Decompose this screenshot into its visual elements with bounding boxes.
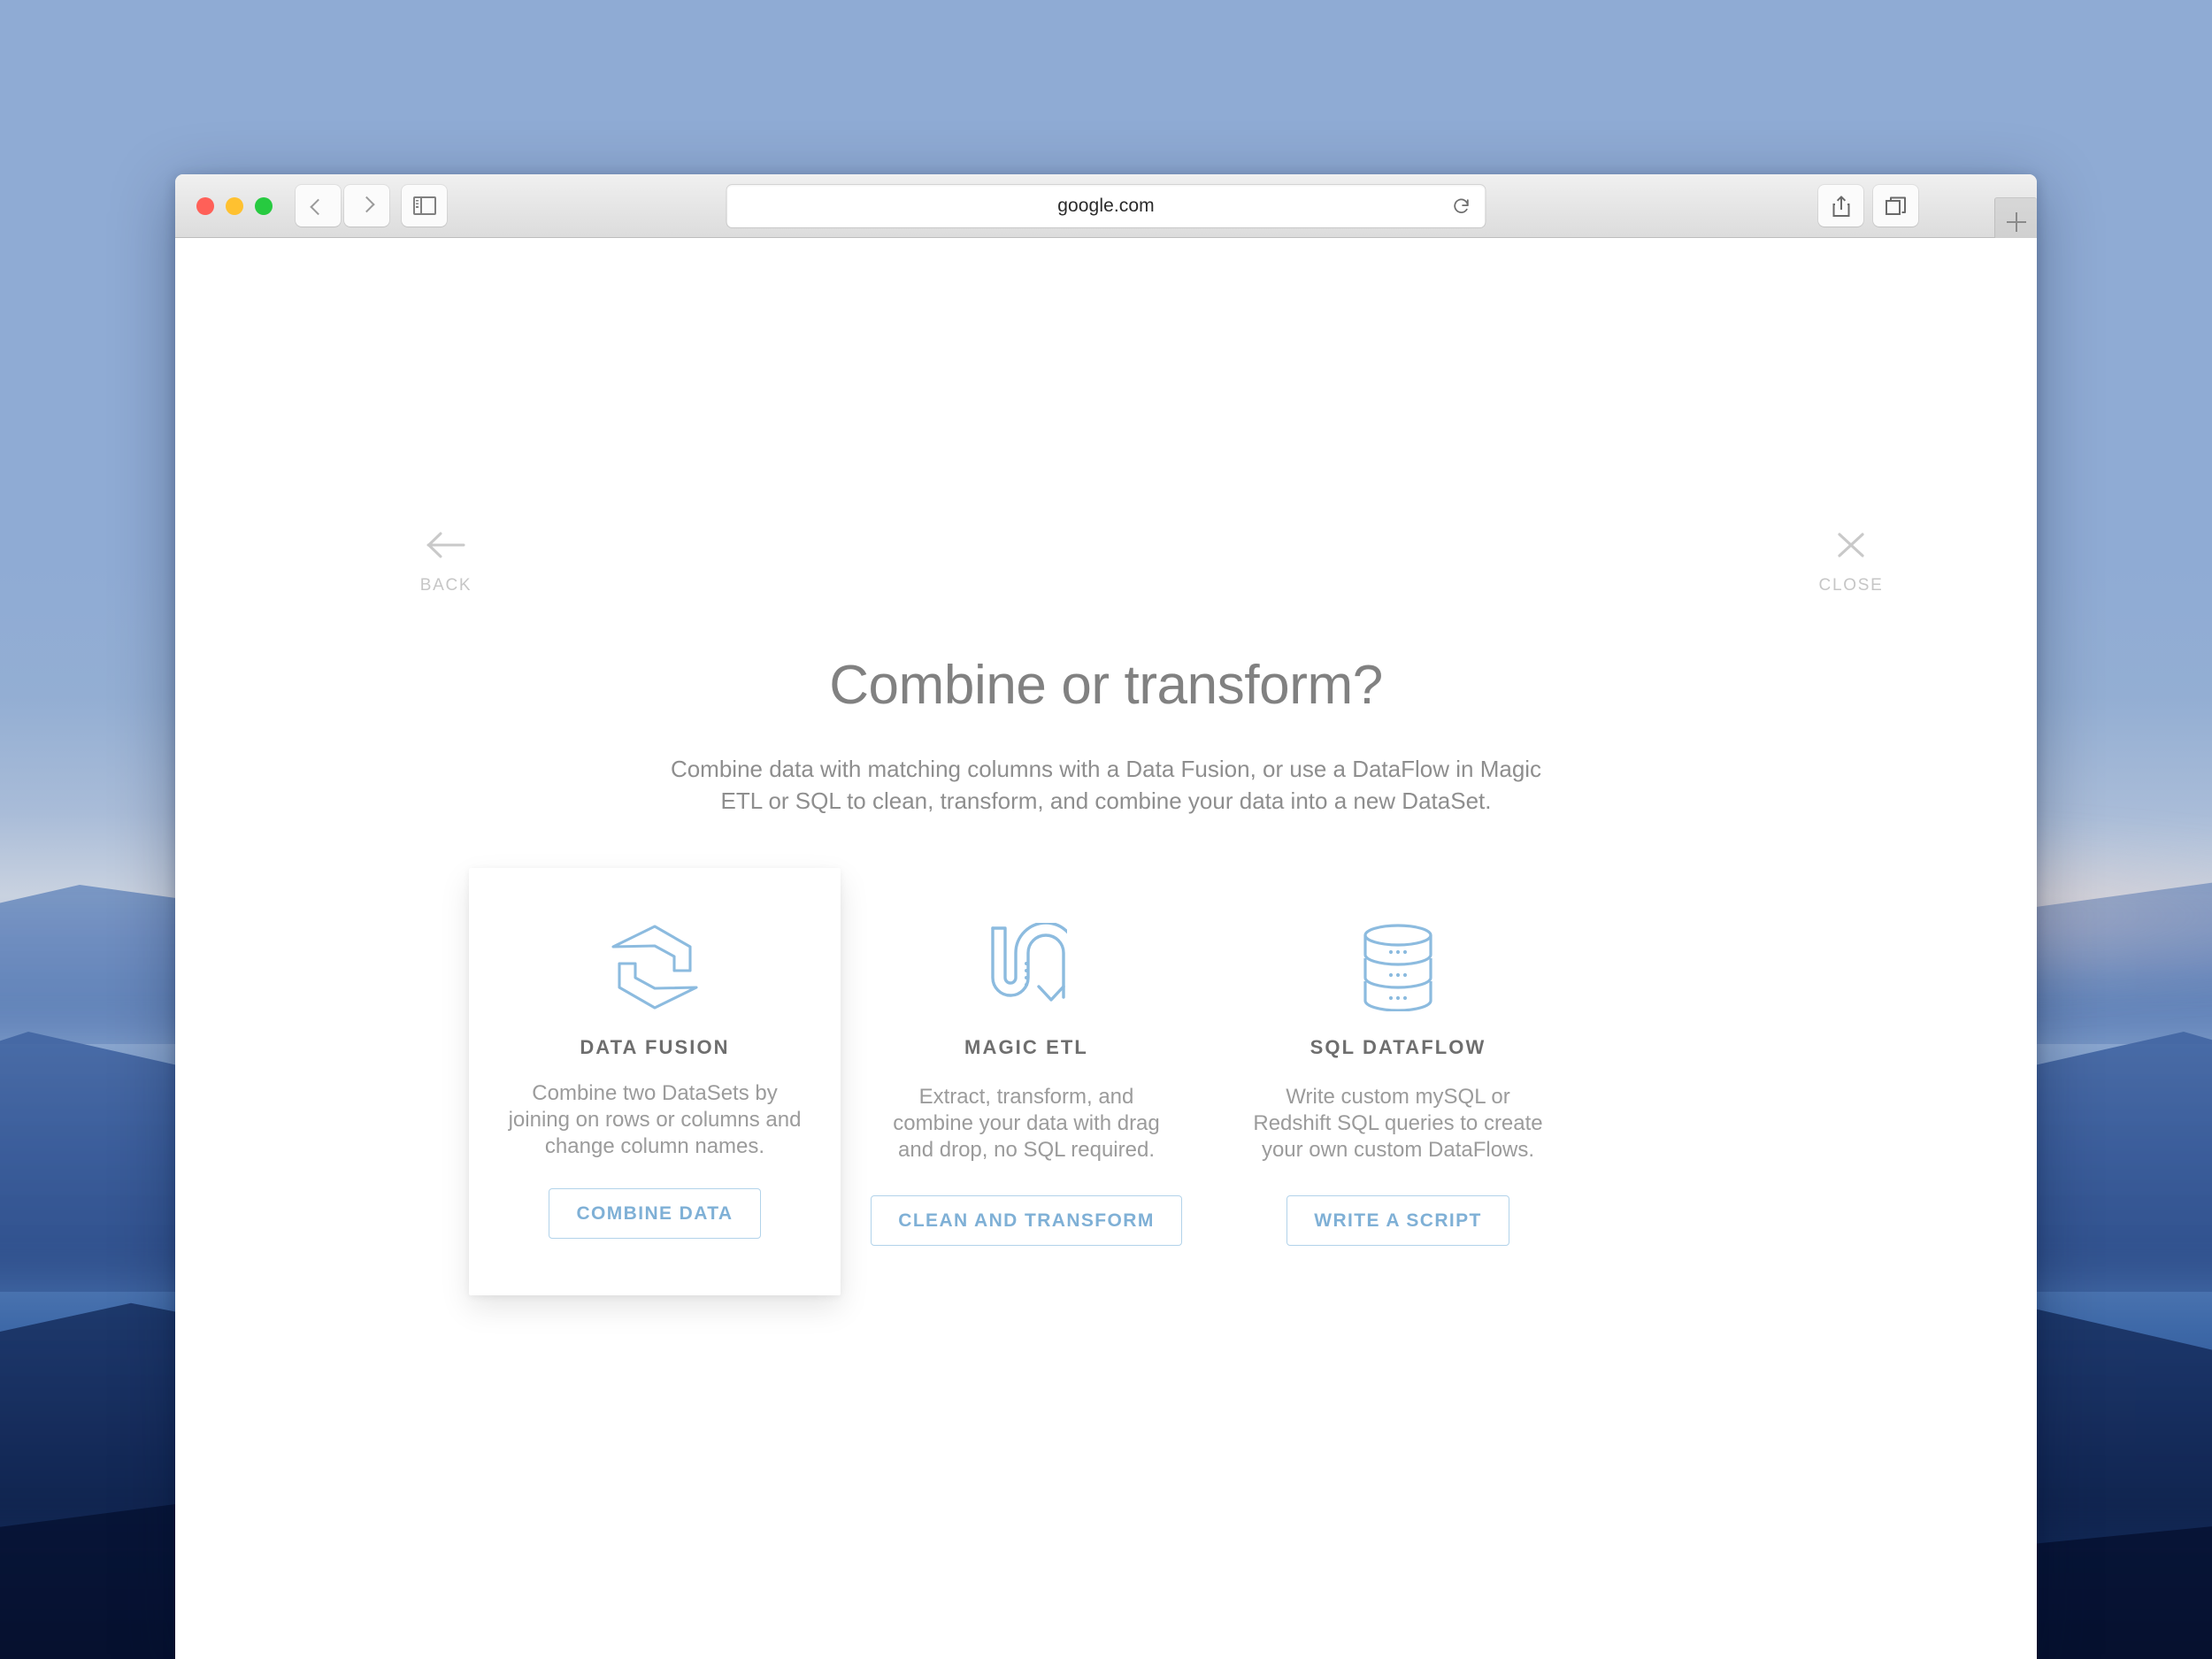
close-label: CLOSE [1818,576,1884,595]
plus-icon [2006,211,2026,232]
tab-overview-button[interactable] [1873,185,1918,227]
option-card-list: DATA FUSION Combine two DataSets by join… [469,868,1743,1295]
combine-data-button[interactable]: COMBINE DATA [549,1188,761,1239]
data-fusion-icon-wrap [499,923,810,1011]
subtitle-line-2: ETL or SQL to clean, transform, and comb… [720,787,1492,814]
desc-line-1: Extract, transform, and [918,1085,1134,1109]
back-chevron-icon [310,198,326,216]
share-icon [1832,195,1849,217]
sql-database-stack-icon [1363,924,1432,1011]
card-description: Combine two DataSets by joining on rows … [499,1080,810,1160]
close-control[interactable]: CLOSE [1798,530,1904,595]
url-text: google.com [1057,196,1155,216]
share-button[interactable] [1818,185,1863,227]
page-content: BACK CLOSE Combine or transform? Combine… [175,238,2037,1659]
card-title: DATA FUSION [580,1036,730,1058]
sidebar-toggle-button[interactable] [402,185,447,227]
forward-button[interactable] [344,185,389,227]
window-controls [196,196,273,215]
page-title: Combine or transform? [829,655,1383,716]
clean-and-transform-button[interactable]: CLEAN AND TRANSFORM [871,1195,1182,1246]
desc-line-1: Combine two DataSets by [532,1081,778,1105]
close-x-icon [1838,533,1864,557]
desc-line-3: and drop, no SQL required. [898,1138,1155,1162]
desc-line-2: Redshift SQL queries to create [1253,1111,1543,1135]
sql-dataflow-icon-wrap [1242,923,1554,1011]
desc-line-2: joining on rows or columns and [508,1108,802,1132]
address-bar[interactable]: google.com [726,185,1486,227]
card-sql-dataflow[interactable]: SQL DATAFLOW Write custom mySQL or Redsh… [1212,868,1584,1295]
card-description: Extract, transform, and combine your dat… [871,1084,1182,1164]
browser-titlebar: google.com [175,174,2037,245]
browser-window: google.com BACK CLOSE Combine or transfo… [175,174,2037,1659]
card-title: SQL DATAFLOW [1310,1036,1486,1058]
back-button[interactable] [296,185,341,227]
subtitle-line-1: Combine data with matching columns with … [670,756,1542,782]
window-minimize-button[interactable] [226,196,243,215]
back-label: BACK [419,576,472,595]
sidebar-toggle-icon [412,196,436,216]
card-description: Write custom mySQL or Redshift SQL queri… [1242,1084,1554,1164]
card-magic-etl[interactable]: MAGIC ETL Extract, transform, and combin… [841,868,1212,1295]
desc-line-2: combine your data with drag [893,1111,1160,1135]
arrow-left-icon [426,532,465,558]
desc-line-3: your own custom DataFlows. [1261,1138,1535,1162]
magic-etl-flow-icon [991,923,1067,1002]
card-title: MAGIC ETL [964,1036,1088,1058]
database-dots [1388,949,1408,1001]
tab-overview-icon [1885,196,1906,215]
window-close-button[interactable] [196,196,214,215]
desc-line-1: Write custom mySQL or [1286,1085,1510,1109]
toolbar-right-actions [1818,185,1918,227]
write-a-script-button[interactable]: WRITE A SCRIPT [1286,1195,1509,1246]
data-fusion-sync-icon [611,925,698,1010]
desc-line-3: change column names. [544,1134,765,1158]
forward-chevron-icon [358,196,375,213]
magic-etl-icon-wrap [871,923,1182,1011]
window-zoom-button[interactable] [255,196,273,215]
card-data-fusion[interactable]: DATA FUSION Combine two DataSets by join… [469,868,841,1295]
back-control[interactable]: BACK [393,530,499,595]
page-subtitle: Combine data with matching columns with … [664,753,1548,817]
navigation-buttons [296,185,389,227]
reload-icon[interactable] [1452,196,1471,216]
